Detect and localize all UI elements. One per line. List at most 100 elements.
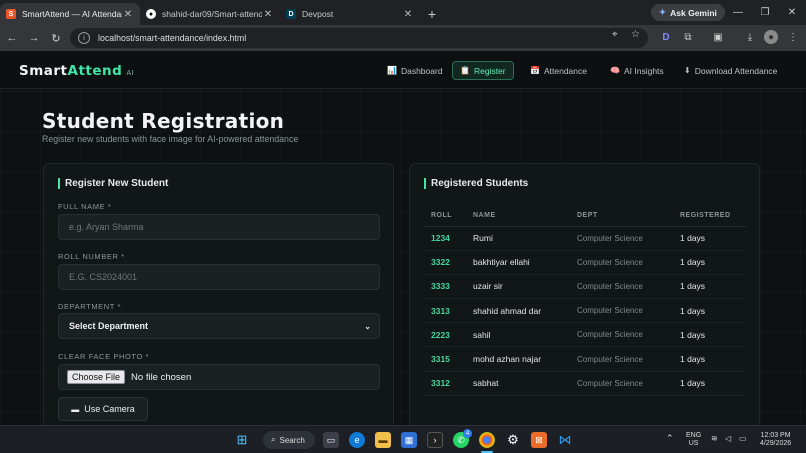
restore-button[interactable]: ❐ — [755, 4, 775, 20]
name-cell: uzair sir — [466, 274, 570, 300]
tab-title: SmartAttend — AI Attendance — [22, 9, 122, 19]
reload-button[interactable]: ↻ — [46, 28, 66, 48]
forward-button[interactable]: → — [24, 28, 44, 48]
store-icon[interactable]: ▦ — [401, 432, 417, 448]
nav-download-attendance[interactable]: ⬇ Download Attendance — [677, 61, 784, 80]
face-photo-file-input: Choose File No file chosen — [58, 364, 380, 390]
tab-search-icon[interactable]: ▣ — [711, 30, 725, 44]
table-row: 3312 sabhat Computer Science 1 days — [424, 371, 746, 396]
nav-register[interactable]: 📋 Register — [452, 61, 514, 80]
menu-icon[interactable]: ⋮ — [786, 30, 800, 44]
minimize-button[interactable]: — — [728, 4, 748, 20]
whatsapp-badge: 4 — [463, 429, 472, 438]
window-close-button[interactable]: ✕ — [782, 4, 802, 20]
chevron-down-icon: ⌄ — [364, 321, 371, 331]
vscode-icon[interactable]: ⋈ — [557, 432, 573, 448]
registered-cell: 1 days — [673, 298, 746, 324]
registered-cell: 1 days — [673, 346, 746, 372]
task-view-icon[interactable]: ▭ — [323, 432, 339, 448]
chart-icon: 📊 — [387, 66, 397, 75]
table-row: 3313 shahid ahmad dar Computer Science 1… — [424, 298, 746, 324]
page-subtitle: Register new students with face image fo… — [42, 134, 299, 144]
dept-cell: Computer Science — [570, 274, 673, 300]
column-header-name: NAME — [466, 206, 570, 227]
tab-smartattend[interactable]: S SmartAttend — AI Attendance ✕ — [0, 3, 140, 25]
windows-start-icon[interactable]: ⊞ — [234, 432, 250, 448]
battery-icon[interactable]: ▭ — [739, 435, 747, 443]
extensions-puzzle-icon[interactable]: ⧉ — [681, 30, 695, 44]
clock[interactable]: 12:03 PM 4/29/2026 — [760, 432, 791, 448]
nav-label: Register — [473, 65, 506, 76]
page-title: Student Registration — [42, 109, 285, 133]
terminal-icon[interactable]: › — [427, 432, 443, 448]
extension-d-icon[interactable]: D — [659, 30, 673, 44]
tab-title: Devpost — [302, 9, 334, 19]
close-icon[interactable]: ✕ — [402, 9, 414, 20]
close-icon[interactable]: ✕ — [262, 9, 274, 20]
logo[interactable]: SmartAttend AI — [19, 63, 134, 79]
file-explorer-icon[interactable]: ▬ — [375, 432, 391, 448]
full-name-input[interactable] — [58, 214, 380, 240]
department-select[interactable]: Select Department ⌄ — [58, 313, 380, 339]
gemini-icon: ✦ — [659, 7, 667, 17]
table-row: 1234 Rumi Computer Science 1 days — [424, 226, 746, 251]
bookmark-star-icon[interactable]: ☆ — [631, 29, 640, 40]
app-page: SmartAttend AI 📊 Dashboard 📋 Register 📅 A… — [0, 51, 806, 425]
table-row: 2223 sahil Computer Science 1 days — [424, 322, 746, 348]
location-icon[interactable]: ⌖ — [612, 29, 618, 40]
roll-cell: 3315 — [424, 346, 466, 372]
name-cell: mohd azhan najar — [466, 346, 570, 372]
ask-gemini-button[interactable]: ✦ Ask Gemini — [651, 4, 725, 21]
file-status: No file chosen — [131, 371, 192, 383]
students-title: Registered Students — [424, 178, 528, 189]
taskbar-search[interactable]: ⌕ Search — [263, 431, 315, 449]
profile-avatar[interactable]: ● — [764, 30, 778, 44]
name-cell: sabhat — [466, 371, 570, 396]
dept-cell: Computer Science — [570, 346, 673, 372]
tab-github[interactable]: ● shahid-dar09/Smart-attendance ✕ — [140, 3, 280, 25]
chatgpt-icon[interactable]: ⚙ — [505, 432, 521, 448]
registered-cell: 1 days — [673, 274, 746, 300]
tab-devpost[interactable]: D Devpost ✕ — [280, 3, 420, 25]
nav-dashboard[interactable]: 📊 Dashboard — [380, 61, 450, 80]
use-camera-button[interactable]: ▬ Use Camera — [58, 397, 148, 421]
address-bar[interactable]: i localhost/smart-attendance/index.html — [70, 28, 648, 48]
xampp-icon[interactable]: ⊠ — [531, 432, 547, 448]
register-form-card: Register New Student FULL NAME * ROLL NU… — [43, 163, 394, 425]
smartattend-favicon: S — [6, 9, 16, 19]
back-button[interactable]: ← — [2, 28, 22, 48]
roll-cell: 3322 — [424, 250, 466, 275]
choose-file-button[interactable]: Choose File — [67, 370, 126, 384]
download-icon[interactable]: ⤓ — [743, 30, 757, 44]
name-cell: shahid ahmad dar — [466, 298, 570, 324]
roll-number-input[interactable] — [58, 264, 380, 290]
site-info-icon[interactable]: i — [78, 32, 90, 44]
name-cell: Rumi — [466, 226, 570, 251]
dept-cell: Computer Science — [570, 371, 673, 396]
registered-cell: 1 days — [673, 250, 746, 275]
nav-label: Download Attendance — [694, 65, 778, 76]
language-indicator[interactable]: ENG US — [686, 432, 701, 448]
camera-icon: ▬ — [71, 404, 80, 414]
chrome-icon[interactable] — [479, 432, 495, 448]
nav-ai-insights[interactable]: 🧠 AI Insights — [603, 61, 671, 80]
department-selected-value: Select Department — [69, 321, 149, 331]
dept-cell: Computer Science — [570, 298, 673, 324]
new-tab-button[interactable]: + — [420, 3, 444, 25]
volume-icon[interactable]: ◁ — [725, 435, 731, 443]
roll-cell: 1234 — [424, 226, 466, 251]
calendar-icon: 📅 — [530, 66, 540, 75]
wifi-icon[interactable]: ≋ — [711, 435, 718, 443]
edge-icon[interactable]: e — [349, 432, 365, 448]
form-title: Register New Student — [58, 178, 168, 189]
lang-bottom: US — [688, 440, 699, 447]
registered-cell: 1 days — [673, 322, 746, 348]
dept-cell: Computer Science — [570, 226, 673, 251]
nav-attendance[interactable]: 📅 Attendance — [523, 61, 594, 80]
table-row: 3322 bakhtiyar ellahi Computer Science 1… — [424, 250, 746, 275]
brain-icon: 🧠 — [610, 66, 620, 75]
chevron-up-icon[interactable]: ⌃ — [666, 434, 674, 443]
close-icon[interactable]: ✕ — [122, 9, 134, 20]
dept-cell: Computer Science — [570, 250, 673, 275]
windows-taskbar: ⊞ ⌕ Search ▭ e ▬ ▦ › ✆ 4 ⚙ ⊠ ⋈ ⌃ ENG US … — [0, 425, 806, 453]
